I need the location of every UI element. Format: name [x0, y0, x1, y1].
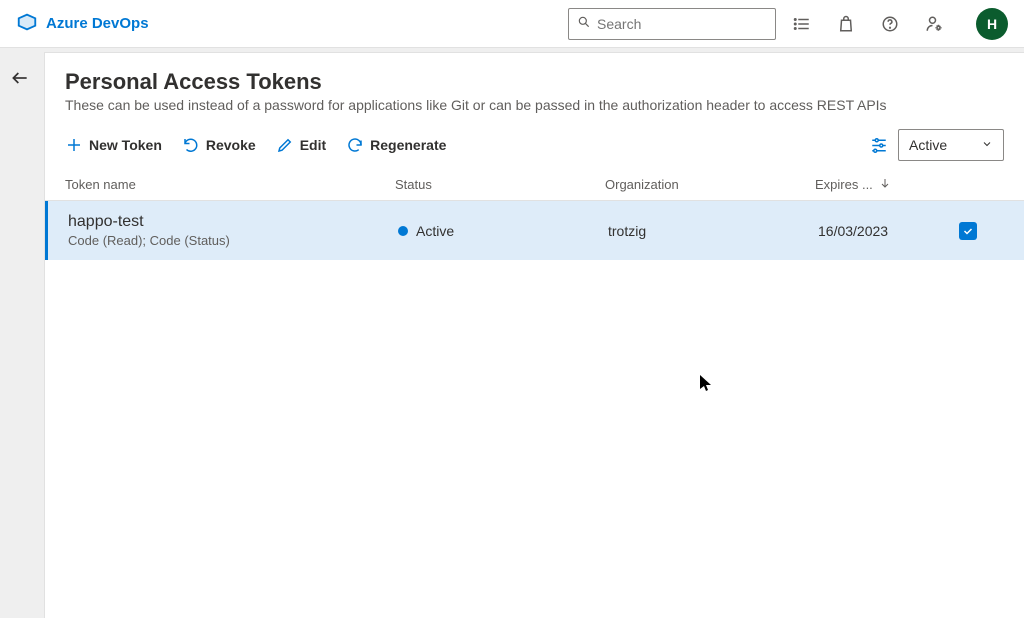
search-input[interactable]: [597, 16, 778, 32]
search-icon: [577, 15, 591, 32]
refresh-icon: [346, 136, 364, 154]
toolbar: New Token Revoke Edit Regenerate: [45, 125, 1024, 165]
top-header: Azure DevOps: [0, 0, 1024, 48]
status-dot-icon: [398, 226, 408, 236]
page-subtitle: These can be used instead of a password …: [45, 95, 1024, 125]
search-box[interactable]: [568, 8, 776, 40]
filter-dropdown[interactable]: Active: [898, 129, 1004, 161]
avatar[interactable]: H: [976, 8, 1008, 40]
brand-logo[interactable]: Azure DevOps: [16, 11, 149, 37]
token-name: happo-test: [68, 213, 398, 231]
row-checkbox[interactable]: [959, 222, 977, 240]
col-header-name[interactable]: Token name: [65, 177, 395, 192]
col-header-status[interactable]: Status: [395, 177, 605, 192]
pencil-icon: [276, 136, 294, 154]
marketplace-icon[interactable]: [836, 14, 856, 34]
azure-devops-icon: [16, 11, 38, 37]
help-icon[interactable]: [880, 14, 900, 34]
regenerate-button[interactable]: Regenerate: [346, 136, 446, 154]
edit-button[interactable]: Edit: [276, 136, 326, 154]
col-header-org[interactable]: Organization: [605, 177, 815, 192]
new-token-button[interactable]: New Token: [65, 136, 162, 154]
filter-settings-icon[interactable]: [870, 135, 888, 156]
user-settings-icon[interactable]: [924, 14, 944, 34]
list-icon[interactable]: [792, 14, 812, 34]
brand-text: Azure DevOps: [46, 15, 149, 32]
content-panel: Personal Access Tokens These can be used…: [44, 52, 1024, 618]
org-text: trotzig: [608, 223, 818, 239]
revoke-button[interactable]: Revoke: [182, 136, 256, 154]
undo-icon: [182, 136, 200, 154]
back-column: [0, 48, 44, 618]
status-text: Active: [416, 223, 454, 239]
table-row[interactable]: happo-test Code (Read); Code (Status) Ac…: [45, 201, 1024, 260]
back-button[interactable]: [10, 68, 34, 92]
table-header: Token name Status Organization Expires .…: [45, 165, 1024, 201]
header-icons: H: [792, 8, 1008, 40]
page-title: Personal Access Tokens: [45, 69, 1024, 95]
token-scopes: Code (Read); Code (Status): [68, 233, 398, 248]
plus-icon: [65, 136, 83, 154]
expires-text: 16/03/2023: [818, 223, 948, 239]
chevron-down-icon: [981, 137, 993, 153]
col-header-expires[interactable]: Expires ...: [815, 177, 945, 192]
sort-arrow-down-icon: [879, 177, 891, 192]
